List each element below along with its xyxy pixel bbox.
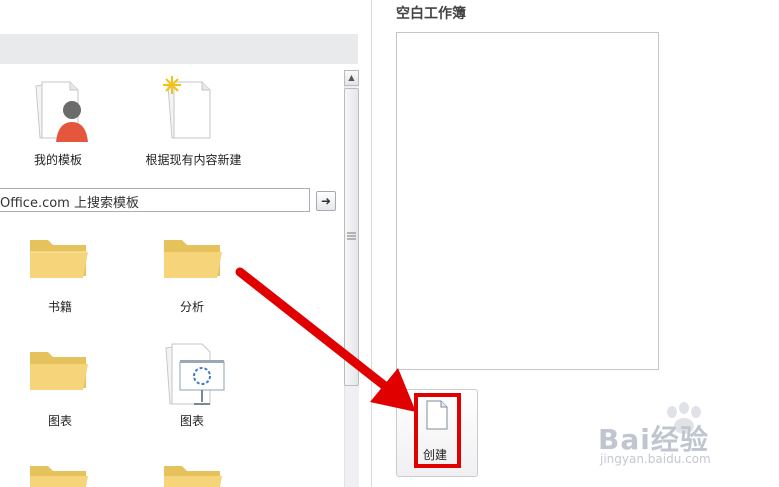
template-tile-my-templates[interactable]: 我的模板 (18, 76, 98, 176)
watermark-url: jingyan.baidu.com (600, 452, 711, 466)
section-header-bar (0, 34, 358, 64)
folder-icon (30, 240, 88, 278)
my-templates-icon (35, 81, 88, 142)
template-tile-new-from-existing[interactable]: 根据现有内容新建 (136, 76, 251, 176)
folder-icon (164, 240, 222, 278)
template-tile-chart[interactable]: 图表 (152, 340, 232, 432)
presentation-board-icon (165, 343, 225, 405)
tile-label: 根据现有内容新建 (145, 153, 242, 167)
scroll-up-button[interactable]: ▲ (344, 70, 359, 86)
new-from-existing-icon (163, 76, 211, 139)
preview-title: 空白工作簿 (396, 6, 466, 22)
annotation-arrow-icon (235, 267, 416, 412)
folder-icon (30, 352, 88, 390)
folder-tile-charts[interactable]: 图表 (20, 346, 100, 432)
tile-label: 图表 (47, 414, 72, 428)
tile-label: 分析 (179, 300, 204, 314)
tile-label: 书籍 (47, 300, 72, 314)
tile-label: 我的模板 (33, 153, 82, 167)
search-go-button[interactable]: ➜ (316, 191, 336, 211)
folder-icon[interactable] (162, 462, 224, 487)
tile-label: 图表 (179, 414, 204, 428)
folder-tile-analysis[interactable]: 分析 (152, 234, 232, 320)
blank-workbook-preview (396, 32, 659, 370)
arrow-right-icon: ➜ (320, 194, 332, 208)
grip-icon (347, 232, 356, 240)
folder-icon[interactable] (28, 462, 90, 487)
template-search-input[interactable]: Office.com 上搜索模板 (0, 188, 310, 212)
folder-tile-books[interactable]: 书籍 (20, 234, 100, 320)
